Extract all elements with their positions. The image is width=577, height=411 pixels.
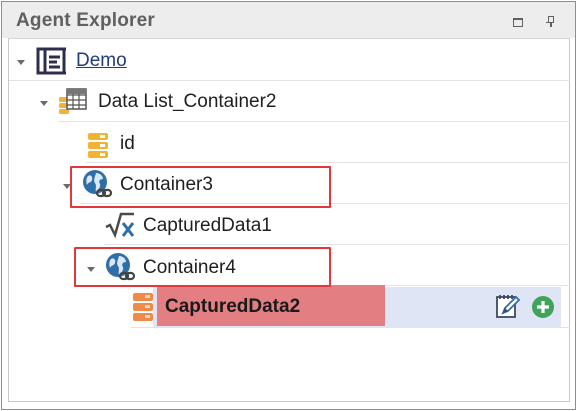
row-divider — [104, 244, 570, 245]
explorer-tree — [8, 38, 570, 402]
panel-titlebar: Agent Explorer — [2, 2, 575, 38]
row-divider — [9, 80, 570, 81]
chevron-down-icon[interactable] — [40, 101, 48, 106]
panel-title: Agent Explorer — [16, 10, 155, 31]
tree-item-label[interactable]: CapturedData1 — [143, 215, 272, 237]
add-circle-icon[interactable] — [531, 295, 555, 319]
data-list-icon — [59, 88, 87, 114]
tree-item-label[interactable]: id — [120, 133, 135, 155]
tree-item-label[interactable]: Container4 — [143, 257, 236, 279]
globe-link-icon — [83, 170, 113, 198]
chevron-down-icon[interactable] — [87, 267, 95, 272]
row-divider — [58, 121, 570, 122]
row-divider — [81, 203, 570, 204]
agent-logo-icon — [36, 47, 66, 75]
restore-window-icon[interactable] — [509, 12, 527, 30]
pin-icon[interactable] — [542, 12, 560, 30]
row-divider — [86, 162, 570, 163]
tree-item-label[interactable]: Container3 — [120, 174, 213, 196]
chevron-down-icon[interactable] — [63, 184, 71, 189]
tree-item-label[interactable]: Demo — [76, 50, 127, 72]
globe-link-icon — [106, 253, 136, 281]
field-icon — [88, 133, 108, 158]
row-divider — [131, 327, 570, 328]
tree-item-label[interactable]: Data List_Container2 — [98, 91, 277, 113]
formula-icon — [105, 212, 135, 239]
tree-item-label[interactable]: CapturedData2 — [165, 296, 300, 318]
chevron-down-icon[interactable] — [17, 60, 25, 65]
edit-icon[interactable] — [494, 292, 522, 320]
field-icon — [133, 293, 153, 321]
